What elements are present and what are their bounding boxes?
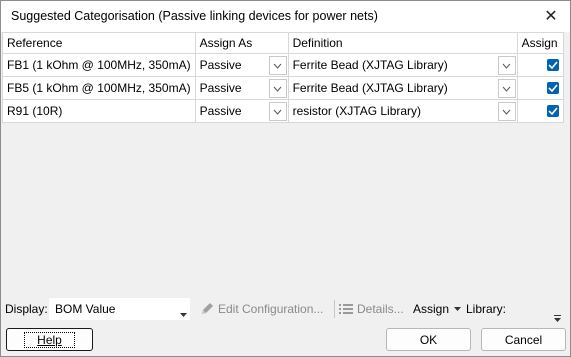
- chevron-down-icon[interactable]: [268, 79, 287, 98]
- checkmark-icon: [548, 107, 558, 115]
- dropdown-arrow-icon: [454, 307, 462, 311]
- details-label: Details...: [357, 302, 404, 316]
- reference-cell: FB5 (1 kOhm @ 100MHz, 350mA): [2, 76, 196, 100]
- definition-value: Ferrite Bead (XJTAG Library): [292, 58, 448, 72]
- ok-button[interactable]: OK: [386, 328, 471, 351]
- column-header-reference[interactable]: Reference: [2, 32, 196, 54]
- definition-value: Ferrite Bead (XJTAG Library): [292, 81, 448, 95]
- assign-cell: [516, 53, 564, 77]
- chevron-down-icon[interactable]: [497, 56, 516, 75]
- display-value: BOM Value: [55, 302, 116, 316]
- bottom-toolbar: Display: BOM Value Edit Configuration...…: [1, 297, 570, 322]
- assign-checkbox[interactable]: [546, 82, 559, 94]
- toolbar-separator: [334, 300, 335, 318]
- edit-configuration-label: Edit Configuration...: [218, 302, 324, 316]
- column-header-assign-as[interactable]: Assign As: [194, 32, 289, 54]
- edit-configuration-button[interactable]: Edit Configuration...: [200, 302, 323, 316]
- table-row[interactable]: FB1 (1 kOhm @ 100MHz, 350mA) Passive Fer…: [2, 53, 564, 77]
- assign-cell: [516, 99, 564, 123]
- column-header-assign[interactable]: Assign: [516, 32, 564, 54]
- categorisation-table: Reference Assign As Definition Assign FB…: [2, 32, 564, 123]
- checkmark-icon: [548, 84, 558, 92]
- title-bar: Suggested Categorisation (Passive linkin…: [1, 1, 570, 32]
- reference-cell: R91 (10R): [2, 99, 196, 123]
- definition-combo[interactable]: Ferrite Bead (XJTAG Library): [287, 53, 518, 77]
- close-icon[interactable]: ✕: [540, 5, 562, 27]
- display-select[interactable]: BOM Value: [49, 298, 190, 320]
- chevron-down-icon[interactable]: [268, 56, 287, 75]
- assign-checkbox[interactable]: [546, 105, 559, 117]
- pencil-icon: [200, 302, 214, 316]
- chevron-down-icon[interactable]: [497, 79, 516, 98]
- assign-as-value: Passive: [199, 81, 242, 95]
- dropdown-arrow-icon: [180, 306, 187, 320]
- assign-as-combo[interactable]: Passive: [194, 76, 289, 100]
- table-row[interactable]: FB5 (1 kOhm @ 100MHz, 350mA) Passive Fer…: [2, 76, 564, 100]
- assign-as-combo[interactable]: Passive: [194, 99, 289, 123]
- assign-as-value: Passive: [199, 58, 242, 72]
- chevron-down-icon[interactable]: [497, 102, 516, 121]
- assign-as-value: Passive: [199, 104, 242, 118]
- assign-checkbox[interactable]: [546, 59, 559, 71]
- definition-combo[interactable]: resistor (XJTAG Library): [287, 99, 518, 123]
- cancel-button[interactable]: Cancel: [481, 328, 566, 351]
- details-button[interactable]: Details...: [339, 302, 404, 316]
- chevron-down-icon[interactable]: [268, 102, 287, 121]
- dialog-window: Suggested Categorisation (Passive linkin…: [0, 0, 571, 357]
- checkmark-icon: [548, 61, 558, 69]
- definition-value: resistor (XJTAG Library): [292, 104, 422, 118]
- list-icon: [339, 303, 353, 315]
- table-row[interactable]: R91 (10R) Passive resistor (XJTAG Librar…: [2, 99, 564, 123]
- help-button-label: Help: [24, 331, 75, 348]
- column-header-definition[interactable]: Definition: [287, 32, 518, 54]
- help-button[interactable]: Help: [6, 328, 93, 351]
- definition-combo[interactable]: Ferrite Bead (XJTAG Library): [287, 76, 518, 100]
- display-label: Display:: [5, 302, 48, 316]
- library-label: Library:: [466, 302, 507, 316]
- dialog-title: Suggested Categorisation (Passive linkin…: [11, 9, 378, 23]
- assign-label: Assign: [413, 302, 450, 316]
- header-row: Reference Assign As Definition Assign: [2, 32, 564, 54]
- toolbar-overflow-icon[interactable]: [554, 311, 562, 325]
- cancel-button-label: Cancel: [504, 332, 543, 347]
- ok-button-label: OK: [419, 332, 438, 347]
- assign-menu-button[interactable]: Assign: [413, 302, 462, 316]
- reference-cell: FB1 (1 kOhm @ 100MHz, 350mA): [2, 53, 196, 77]
- categorisation-grid: Reference Assign As Definition Assign FB…: [2, 32, 567, 292]
- assign-as-combo[interactable]: Passive: [194, 53, 289, 77]
- assign-cell: [516, 76, 564, 100]
